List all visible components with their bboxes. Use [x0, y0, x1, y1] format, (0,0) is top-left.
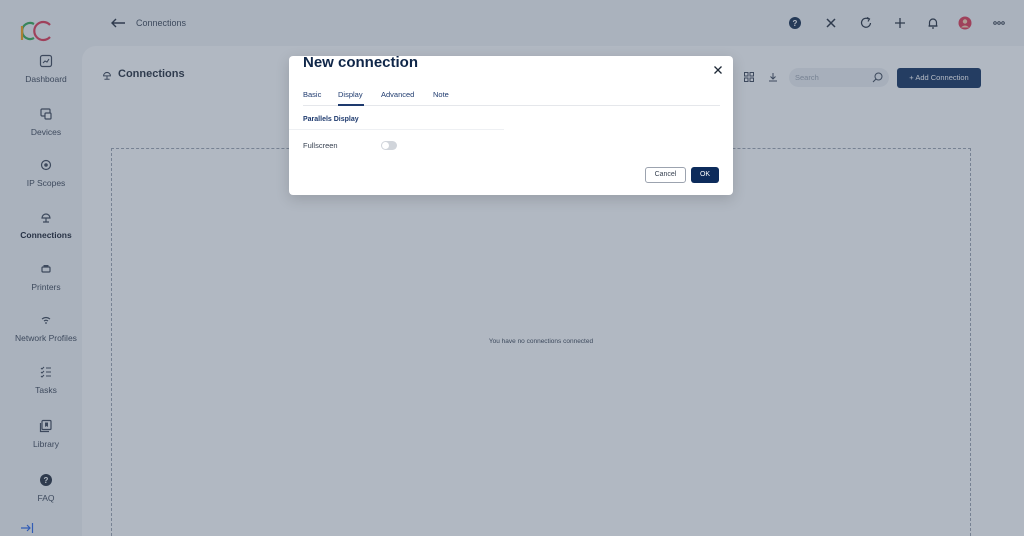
section-divider [289, 129, 504, 130]
close-icon[interactable] [713, 65, 723, 75]
dialog-tabs: Basic Display Advanced Note [303, 86, 720, 106]
fullscreen-toggle[interactable] [381, 141, 397, 150]
tab-note[interactable]: Note [433, 90, 449, 99]
fullscreen-label: Fullscreen [303, 141, 338, 150]
tab-advanced[interactable]: Advanced [381, 90, 414, 99]
ok-button[interactable]: OK [691, 167, 719, 183]
cancel-button[interactable]: Cancel [645, 167, 686, 183]
tab-display[interactable]: Display [338, 90, 363, 99]
new-connection-dialog: New connection Basic Display Advanced No… [289, 54, 733, 195]
active-tab-indicator [338, 104, 364, 106]
toggle-knob [382, 142, 389, 149]
section-title: Parallels Display [303, 116, 359, 123]
dialog-title: New connection [303, 54, 419, 71]
tab-basic[interactable]: Basic [303, 90, 321, 99]
